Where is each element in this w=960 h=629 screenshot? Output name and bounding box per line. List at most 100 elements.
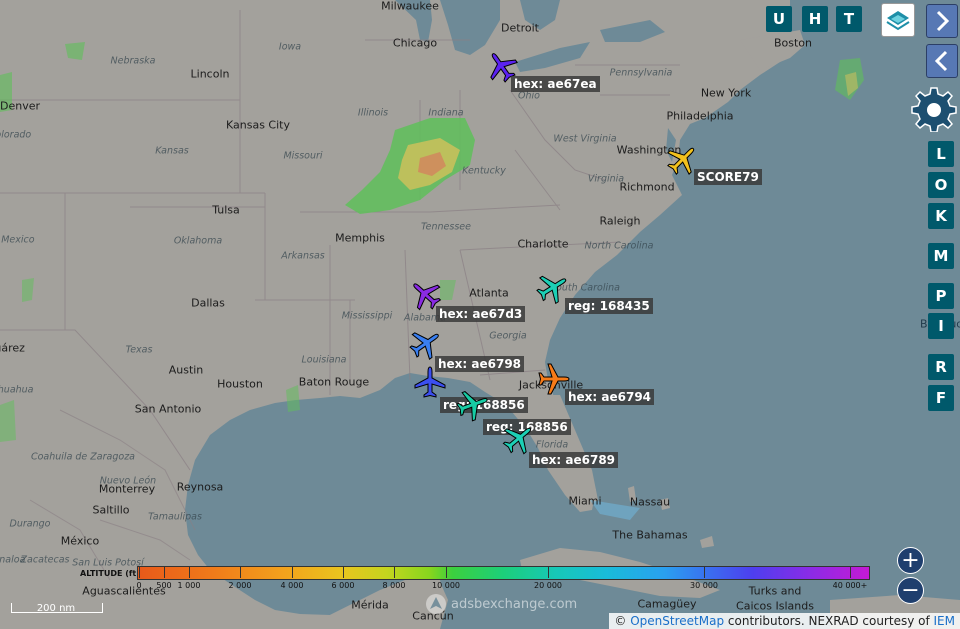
t-button[interactable]: T [836,6,862,32]
altitude-tick-mark [343,566,344,578]
altitude-tick-label: 10 000 [432,581,460,590]
adsbx-logo-icon [426,594,446,614]
osm-link[interactable]: OpenStreetMap [630,614,724,628]
h-button[interactable]: H [802,6,828,32]
expand-panel-button[interactable] [926,4,958,38]
r-button[interactable]: R [928,354,954,380]
city-label: Milwaukee [381,0,439,13]
city-label: Dallas [191,296,225,310]
k-button[interactable]: K [928,203,954,229]
aircraft-icon[interactable] [501,422,535,456]
region-label: Nuevo León [99,475,157,487]
aircraft-label[interactable]: hex: ae67ea [511,76,600,92]
altitude-tick-label: 2 000 [228,581,252,590]
altitude-tick-label: 1 000 [177,581,201,590]
city-label: Reynosa [176,480,224,494]
city-label: Richmond [619,180,675,194]
region-label: Georgia [489,330,527,342]
region-label: Colorado [0,129,32,141]
region-label: Missouri [283,150,323,162]
l-button[interactable]: L [928,141,954,167]
region-label: Virginia [587,173,625,185]
city-label: Philadelphia [666,109,734,123]
city-label: Caicos Islands [736,599,814,613]
i-button[interactable]: I [928,313,954,339]
region-label: Durango [9,518,51,530]
aircraft-icon[interactable] [455,388,489,422]
altitude-title: ALTITUDE (ft) [80,569,140,578]
gear-icon [911,87,957,133]
region-label: Illinois [357,107,389,119]
city-label: Lincoln [190,67,230,81]
altitude-tick-label: 4 000 [280,581,304,590]
city-label: Memphis [335,231,385,245]
aircraft-label[interactable]: hex: ae6789 [529,452,619,468]
settings-button[interactable] [911,86,957,133]
altitude-tick-label: 6 000 [331,581,355,590]
city-label: Baton Rouge [298,375,370,389]
altitude-tick-label: 8 000 [382,581,406,590]
region-label: New Mexico [0,234,35,246]
collapse-panel-button[interactable] [926,44,958,78]
city-label: Camagüey [637,597,697,611]
city-label: Detroit [501,21,539,35]
city-label: Denver [0,99,41,113]
city-label: Atlanta [469,286,509,300]
city-label: Charlotte [517,237,569,251]
scale-label: 200 nm [36,603,76,614]
aircraft-label[interactable]: hex: ae6794 [565,389,655,405]
p-button[interactable]: P [928,283,954,309]
altitude-tick-mark [446,566,447,578]
region-label: Kansas [155,145,189,157]
aircraft-label[interactable]: hex: ae6798 [435,356,525,372]
region-label: North Carolina [584,240,654,252]
layers-button[interactable] [881,3,915,37]
altitude-tick-mark [548,566,549,578]
altitude-tick-label: 0 [136,581,142,590]
region-label: Iowa [278,41,302,53]
iem-link[interactable]: IEM [934,614,955,628]
attribution-prefix: © [614,614,631,628]
city-label: Aguascalientes [82,584,166,598]
region-label: Zacatecas [20,554,70,566]
u-button[interactable]: U [766,6,792,32]
altitude-tick-label: 20 000 [534,581,562,590]
region-label: Arkansas [281,250,325,262]
altitude-tick-mark [164,566,165,578]
aircraft-icon[interactable] [413,366,447,400]
aircraft-label[interactable]: reg: 168435 [565,298,653,314]
region-label: Nebraska [110,55,156,67]
city-label: Raleigh [599,214,641,228]
zoom-out-button[interactable]: − [897,577,924,604]
region-label: West Virginia [553,133,617,145]
city-label: New York [700,86,752,100]
zoom-in-button[interactable]: + [897,547,924,574]
city-label: Austin [168,363,204,377]
altitude-tick-mark [394,566,395,578]
city-label: Tulsa [212,203,240,217]
altitude-tick-mark [292,566,293,578]
city-label: Boston [773,36,813,50]
region-label: Kentucky [462,165,506,177]
m-button[interactable]: M [928,243,954,269]
aircraft-icon[interactable] [535,271,569,305]
f-button[interactable]: F [928,385,954,411]
altitude-tick-mark [240,566,241,578]
chevron-left-icon [934,50,948,72]
aircraft-label[interactable]: SCORE79 [694,169,762,185]
region-label: Indiana [428,107,464,119]
aircraft-label[interactable]: hex: ae67d3 [436,306,526,322]
city-label: México [60,534,100,548]
altitude-tick-mark [850,566,851,578]
city-label: The Bahamas [612,528,688,542]
region-label: Oklahoma [173,235,223,247]
region-label: Louisiana [301,354,347,366]
city-label: Saltillo [92,503,130,517]
altitude-gradient-bar [137,566,870,580]
city-label: Miami [568,494,602,508]
region-label: San Luis Potosí [72,557,144,569]
attribution: © OpenStreetMap contributors. NEXRAD cou… [609,613,960,629]
o-button[interactable]: O [928,172,954,198]
region-label: Tamaulipas [148,511,202,523]
city-label: Turks and [748,584,802,598]
